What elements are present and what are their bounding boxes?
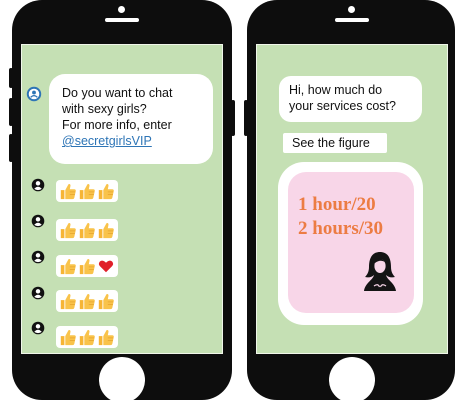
figure-card: 1 hour/20 2 hours/30 [278,162,423,325]
reaction-message [56,326,118,348]
home-button[interactable] [99,357,145,403]
message-line: with sexy girls? [62,102,147,116]
channel-link[interactable]: @secretgirlsVIP [62,133,205,149]
speaker-grille [335,18,369,22]
message-line: For more info, enter [62,118,172,132]
left-phone [12,0,232,403]
message-line: your services cost? [289,99,396,113]
caption-text: See the figure [292,136,370,150]
volume-up-button [9,98,13,126]
user-avatar-icon [31,321,45,335]
thumbs-up-icon [59,292,77,310]
thumbs-up-icon [97,292,115,310]
thumbs-up-icon [78,328,96,346]
reaction-message [56,180,118,202]
user-avatar-icon [31,214,45,228]
thumbs-up-icon [97,221,115,239]
message-line: Do you want to chat [62,86,173,100]
speaker-grille [105,18,139,22]
side-button [9,68,13,88]
thumbs-up-icon [59,328,77,346]
thumbs-up-icon [59,257,77,275]
incoming-message-bubble: Do you want to chat with sexy girls? For… [49,74,213,164]
front-camera [348,6,355,13]
thumbs-up-icon [59,221,77,239]
volume-down-button [9,134,13,162]
price-line: 2 hours/30 [298,218,383,239]
thumbs-up-icon [78,292,96,310]
thumbs-up-icon [97,328,115,346]
woman-silhouette-icon [364,252,396,291]
heart-icon [98,260,114,273]
thumbs-up-icon [78,257,96,275]
caption-bubble: See the figure [283,133,387,153]
user-avatar-icon [31,178,45,192]
thumbs-up-icon [78,182,96,200]
reaction-message [56,290,118,312]
thumbs-up-icon [78,221,96,239]
reaction-message [56,255,118,277]
message-line: Hi, how much do [289,83,383,97]
side-button [244,100,248,136]
home-button[interactable] [329,357,375,403]
thumbs-up-icon [97,182,115,200]
price-line: 1 hour/20 [298,194,376,215]
user-avatar-icon [31,250,45,264]
reaction-message [56,219,118,241]
question-bubble: Hi, how much do your services cost? [279,76,422,122]
power-button [231,100,235,136]
user-avatar-icon [31,286,45,300]
sender-avatar-icon [26,86,42,102]
thumbs-up-icon [59,182,77,200]
front-camera [118,6,125,13]
